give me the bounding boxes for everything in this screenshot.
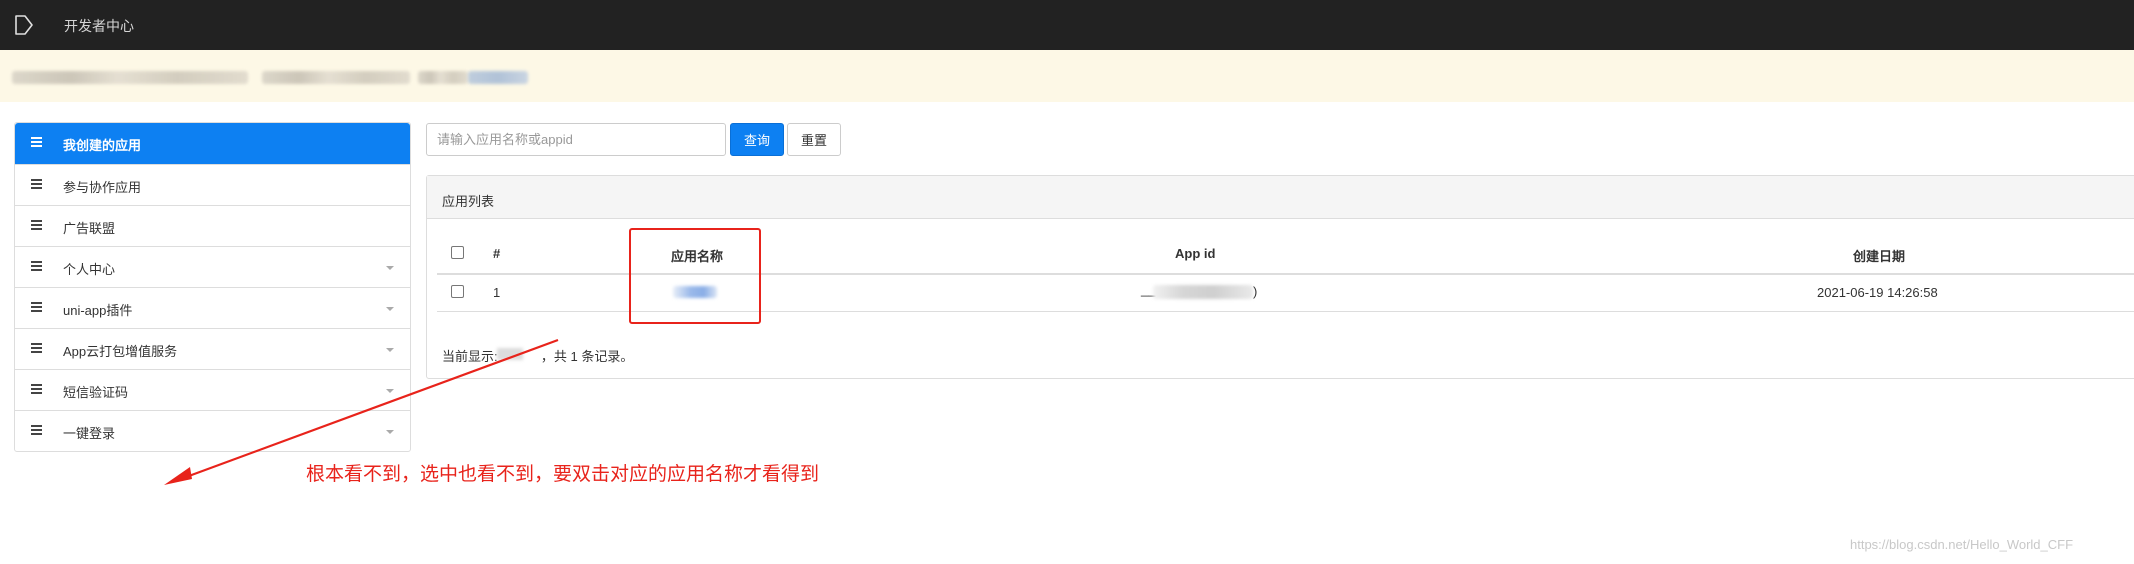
sidebar-item-one-click-login[interactable]: 一键登录 [15,410,410,451]
menu-icon [31,425,42,435]
column-header-index: # [493,246,501,261]
search-input[interactable] [426,123,726,156]
sidebar-item-label: 短信验证码 [63,385,129,400]
menu-icon [31,302,42,312]
caret-down-icon [386,389,394,393]
row-index: 1 [493,285,501,300]
sidebar-item-ad-union[interactable]: 广告联盟 [15,205,410,246]
caret-down-icon [386,307,394,311]
app-id-redacted [1153,285,1253,299]
sidebar-item-uniapp-plugins[interactable]: uni-app插件 [15,287,410,328]
app-id-suffix: ) [1253,284,1258,299]
query-button[interactable]: 查询 [730,123,784,156]
redacted-text [418,71,468,84]
sidebar-menu: 我创建的应用 参与协作应用 广告联盟 个人中心 uni-app插件 App云打包… [14,122,411,452]
sidebar-item-personal-center[interactable]: 个人中心 [15,246,410,287]
sidebar-item-my-apps[interactable]: 我创建的应用 [15,123,410,164]
sidebar-item-label: 个人中心 [63,262,116,277]
sidebar-item-label: 参与协作应用 [63,180,142,195]
menu-icon [31,261,42,271]
reset-button[interactable]: 重置 [787,123,841,156]
watermark: https://blog.csdn.net/Hello_World_CFF [1850,537,2074,552]
brand-title[interactable]: 开发者中心 [64,16,134,36]
annotation-highlight-box [629,228,761,324]
annotation-text: 根本看不到，选中也看不到，要双击对应的应用名称才看得到 [306,464,820,485]
panel-header: 应用列表 [427,176,2134,219]
row-created-date: 2021-06-19 14:26:58 [1817,285,1938,300]
record-summary: 当前显示: ，共 1 条记录。 [442,346,633,365]
column-header-app-id[interactable]: App id [1175,246,1215,261]
redacted-range [497,348,523,360]
redacted-text [262,71,410,84]
sidebar-item-label: uni-app插件 [63,303,133,318]
top-navbar: 开发者中心 [0,0,2134,50]
summary-prefix: 当前显示: [442,349,498,364]
caret-down-icon [386,266,394,270]
column-header-created-date[interactable]: 创建日期 [1853,246,1905,265]
menu-icon [31,179,42,189]
redacted-link[interactable] [468,71,528,84]
caret-down-icon [386,348,394,352]
sidebar-item-collab-apps[interactable]: 参与协作应用 [15,164,410,205]
panel-title: 应用列表 [442,194,495,209]
sidebar-item-app-cloud-build[interactable]: App云打包增值服务 [15,328,410,369]
sidebar-item-label: 我创建的应用 [63,138,142,153]
notice-bar [0,50,2134,102]
menu-icon [31,137,42,147]
redacted-text [12,71,248,84]
menu-icon [31,220,42,230]
logo-icon[interactable] [12,13,36,37]
menu-icon [31,384,42,394]
menu-icon [31,343,42,353]
sidebar-item-sms-verify[interactable]: 短信验证码 [15,369,410,410]
select-all-checkbox[interactable] [451,246,464,259]
sidebar-item-label: 广告联盟 [63,221,116,236]
caret-down-icon [386,430,394,434]
sidebar-item-label: 一键登录 [63,426,116,441]
sidebar-item-label: App云打包增值服务 [63,344,178,359]
arrowhead-icon [164,467,192,485]
summary-suffix: ，共 1 条记录。 [540,349,634,364]
row-checkbox[interactable] [451,285,464,298]
